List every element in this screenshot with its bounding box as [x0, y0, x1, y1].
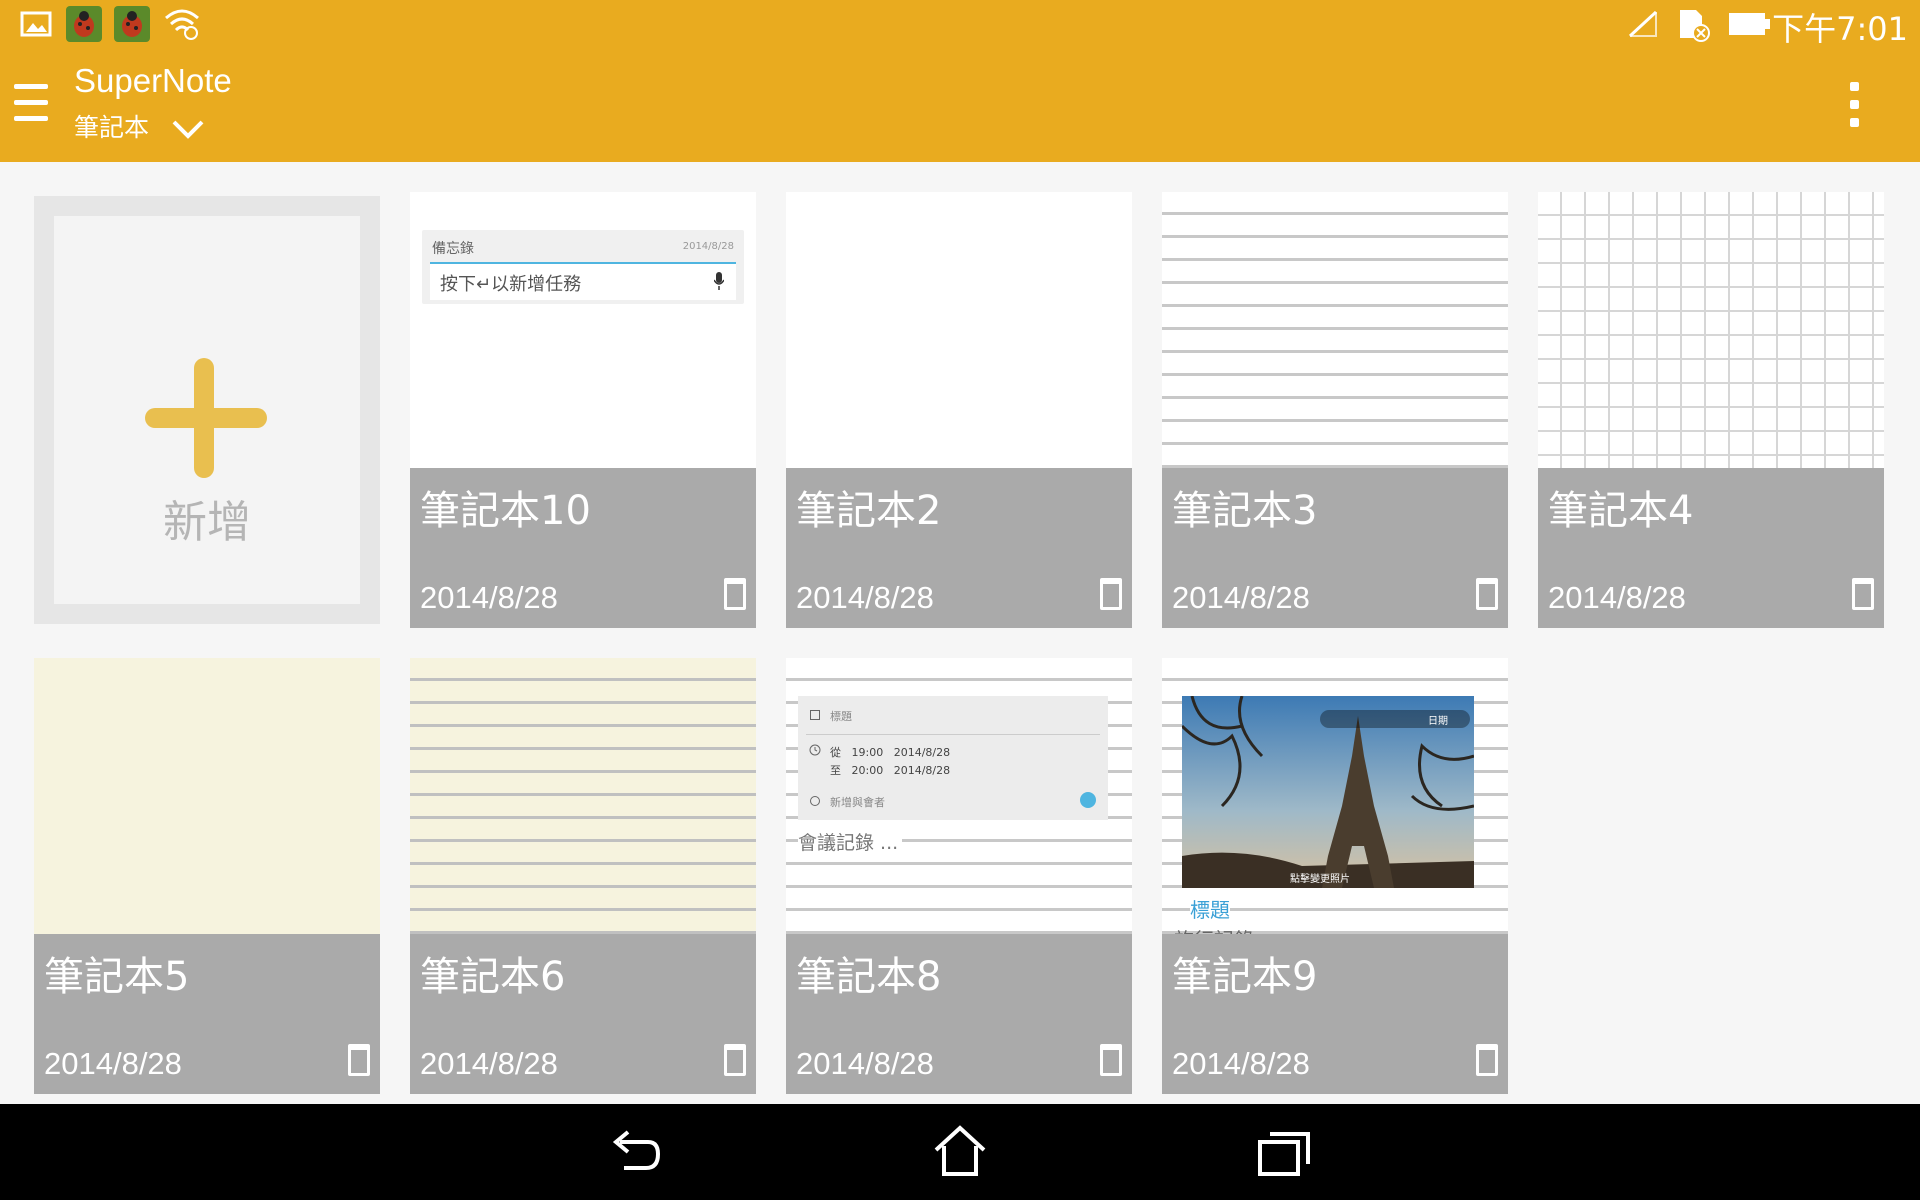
notebook-date: 2014/8/28 — [1548, 580, 1686, 615]
notebook-preview: 備忘錄 2014/8/28 按下↵以新增任務 — [410, 192, 756, 470]
memo-widget: 備忘錄 2014/8/28 按下↵以新增任務 — [422, 230, 744, 304]
notebook-card[interactable]: 筆記本6 2014/8/28 — [410, 658, 756, 1094]
device-icon — [724, 578, 746, 610]
chevron-down-icon[interactable] — [168, 116, 208, 144]
notebook-info: 筆記本3 2014/8/28 — [1162, 468, 1508, 628]
notebook-card[interactable]: 筆記本4 2014/8/28 — [1538, 192, 1884, 628]
meeting-minutes: 會議記錄 ... — [798, 828, 903, 855]
notebook-name: 筆記本8 — [796, 954, 942, 1000]
notebook-date: 2014/8/28 — [796, 1046, 934, 1081]
navigation-bar — [0, 1104, 1920, 1200]
notebook-preview — [1162, 192, 1508, 470]
notebook-name: 筆記本3 — [1172, 488, 1318, 534]
notebook-info: 筆記本6 2014/8/28 — [410, 934, 756, 1094]
bug-app-icon — [66, 6, 102, 42]
notebook-name: 筆記本6 — [420, 954, 566, 1000]
notebook-card[interactable]: 標題 從 19:00 2014/8/28 至 20:00 2014/8/28 新… — [786, 658, 1132, 1094]
notebook-date: 2014/8/28 — [420, 1046, 558, 1081]
memo-label: 備忘錄 — [432, 241, 474, 257]
meeting-to-row: 至 20:00 2014/8/28 — [830, 764, 951, 777]
add-notebook-label: 新增 — [163, 497, 251, 548]
status-bar: 下午7:01 — [0, 0, 1920, 50]
microphone-icon — [714, 272, 724, 290]
more-vert-icon — [1850, 82, 1859, 91]
notebook-name: 筆記本9 — [1172, 954, 1318, 1000]
meeting-title: 標題 — [830, 710, 852, 723]
notebook-card[interactable]: 筆記本3 2014/8/28 — [1162, 192, 1508, 628]
date-chip: 日期 — [1320, 710, 1470, 728]
hamburger-icon — [14, 84, 48, 89]
notebook-date: 2014/8/28 — [1172, 580, 1310, 615]
travel-photo: 日期 點擊變更照片 — [1182, 696, 1474, 888]
view-selector[interactable]: 筆記本 — [74, 108, 149, 144]
device-icon — [1852, 578, 1874, 610]
device-icon — [1100, 1044, 1122, 1076]
notebook-preview — [1538, 192, 1884, 470]
navigation-menu-button[interactable] — [14, 84, 50, 124]
notebook-info: 筆記本10 2014/8/28 — [410, 468, 756, 628]
battery-icon — [1729, 13, 1770, 35]
people-icon — [810, 796, 820, 806]
memo-input: 按下↵以新增任務 — [430, 264, 736, 300]
device-icon — [724, 1044, 746, 1076]
notebook-preview — [410, 658, 756, 936]
notebook-card[interactable]: 筆記本2 2014/8/28 — [786, 192, 1132, 628]
add-notebook-inner: 新增 — [54, 216, 360, 604]
notebook-preview: 日期 點擊變更照片 標題 旅行記錄 — [1162, 658, 1508, 936]
notebook-card[interactable]: 日期 點擊變更照片 標題 旅行記錄 筆記本9 2014/8/28 — [1162, 658, 1508, 1094]
notebook-preview — [34, 658, 380, 936]
notebook-info: 筆記本9 2014/8/28 — [1162, 934, 1508, 1094]
status-time: 下午7:01 — [1772, 10, 1908, 48]
memo-placeholder: 按下↵以新增任務 — [440, 274, 582, 295]
home-icon[interactable] — [930, 1122, 990, 1182]
overflow-menu-button[interactable] — [1838, 82, 1870, 132]
notebook-info: 筆記本8 2014/8/28 — [786, 934, 1132, 1094]
meeting-widget: 標題 從 19:00 2014/8/28 至 20:00 2014/8/28 新… — [798, 696, 1108, 820]
notebook-name: 筆記本10 — [420, 488, 591, 534]
gallery-icon — [20, 11, 52, 37]
device-icon — [1100, 578, 1122, 610]
wifi-question-icon — [165, 9, 199, 40]
notebook-date: 2014/8/28 — [420, 580, 558, 615]
notebook-card[interactable]: 備忘錄 2014/8/28 按下↵以新增任務 筆記本10 2014/8/28 — [410, 192, 756, 628]
meeting-from-row: 從 19:00 2014/8/28 — [830, 746, 951, 759]
notebook-card[interactable]: 筆記本5 2014/8/28 — [34, 658, 380, 1094]
notebook-info: 筆記本2 2014/8/28 — [786, 468, 1132, 628]
notebook-name: 筆記本5 — [44, 954, 190, 1000]
notebook-info: 筆記本4 2014/8/28 — [1538, 468, 1884, 628]
device-icon — [1476, 578, 1498, 610]
recents-icon[interactable] — [1254, 1122, 1314, 1182]
add-notebook-card[interactable]: 新增 — [34, 196, 380, 624]
change-photo-label: 點擊變更照片 — [1290, 874, 1350, 885]
notebook-date: 2014/8/28 — [1172, 1046, 1310, 1081]
notebook-preview — [786, 192, 1132, 470]
app-title: SuperNote — [74, 62, 232, 99]
sdcard-error-icon — [1680, 10, 1710, 42]
device-icon — [1476, 1044, 1498, 1076]
travel-title: 標題 — [1190, 894, 1230, 923]
notebook-name: 筆記本4 — [1548, 488, 1694, 534]
bug-app-icon — [114, 6, 150, 42]
calendar-icon — [810, 710, 820, 720]
signal-off-icon — [1628, 10, 1658, 38]
notebook-name: 筆記本2 — [796, 488, 942, 534]
notebook-info: 筆記本5 2014/8/28 — [34, 934, 380, 1094]
clock-icon — [809, 744, 821, 756]
meeting-guests: 新增與會者 — [830, 796, 885, 809]
device-icon — [348, 1044, 370, 1076]
avatar — [1080, 792, 1096, 808]
notebook-preview: 標題 從 19:00 2014/8/28 至 20:00 2014/8/28 新… — [786, 658, 1132, 936]
notebook-date: 2014/8/28 — [796, 580, 934, 615]
back-icon[interactable] — [604, 1122, 664, 1182]
memo-date: 2014/8/28 — [682, 241, 734, 252]
app-bar: 下午7:01 SuperNote 筆記本 — [0, 0, 1920, 162]
notebook-date: 2014/8/28 — [44, 1046, 182, 1081]
